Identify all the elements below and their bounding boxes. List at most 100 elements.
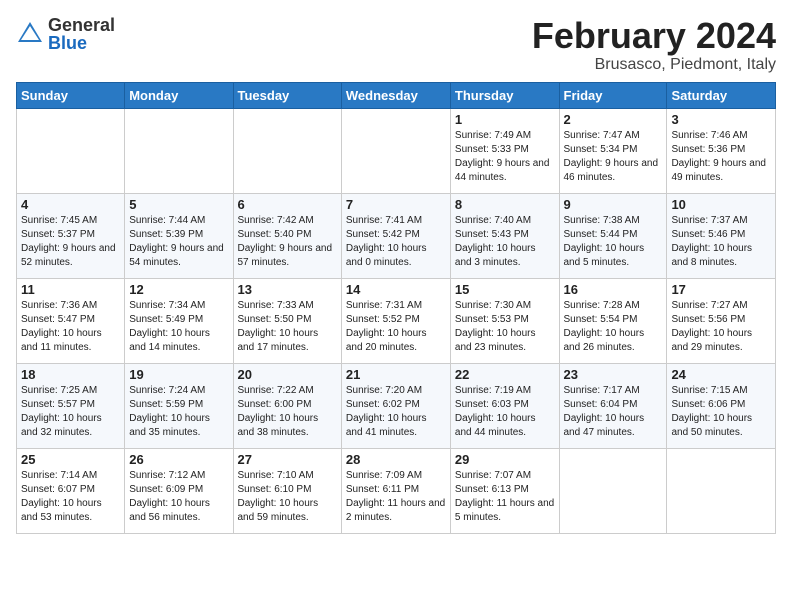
- day-number: 22: [455, 367, 555, 382]
- day-info: Sunrise: 7:20 AM Sunset: 6:02 PM Dayligh…: [346, 384, 446, 440]
- calendar-table: SundayMondayTuesdayWednesdayThursdayFrid…: [16, 82, 776, 534]
- location: Brusasco, Piedmont, Italy: [532, 56, 776, 74]
- logo-text: General Blue: [48, 16, 115, 52]
- day-number: 26: [129, 452, 228, 467]
- calendar-cell: 22 Sunrise: 7:19 AM Sunset: 6:03 PM Dayli…: [450, 363, 559, 448]
- calendar-cell: 26 Sunrise: 7:12 AM Sunset: 6:09 PM Dayli…: [125, 448, 233, 533]
- calendar-cell: 7 Sunrise: 7:41 AM Sunset: 5:42 PM Daylig…: [341, 193, 450, 278]
- calendar-cell: 10 Sunrise: 7:37 AM Sunset: 5:46 PM Dayli…: [667, 193, 776, 278]
- calendar-cell: 17 Sunrise: 7:27 AM Sunset: 5:56 PM Dayli…: [667, 278, 776, 363]
- day-number: 24: [671, 367, 771, 382]
- calendar-week-row: 4 Sunrise: 7:45 AM Sunset: 5:37 PM Daylig…: [17, 193, 776, 278]
- day-number: 23: [564, 367, 663, 382]
- day-number: 25: [21, 452, 120, 467]
- day-number: 13: [238, 282, 337, 297]
- calendar-cell: [17, 108, 125, 193]
- day-number: 20: [238, 367, 337, 382]
- day-number: 16: [564, 282, 663, 297]
- calendar-cell: [233, 108, 341, 193]
- day-info: Sunrise: 7:34 AM Sunset: 5:49 PM Dayligh…: [129, 299, 228, 355]
- day-info: Sunrise: 7:25 AM Sunset: 5:57 PM Dayligh…: [21, 384, 120, 440]
- calendar-cell: 19Sunrise: 7:24 AM Sunset: 5:59 PM Dayli…: [125, 363, 233, 448]
- day-info: Sunrise: 7:27 AM Sunset: 5:56 PM Dayligh…: [671, 299, 771, 355]
- calendar-cell: 27 Sunrise: 7:10 AM Sunset: 6:10 PM Dayli…: [233, 448, 341, 533]
- calendar-cell: 9Sunrise: 7:38 AM Sunset: 5:44 PM Daylig…: [559, 193, 667, 278]
- logo-blue: Blue: [48, 34, 115, 52]
- weekday-header: Thursday: [450, 82, 559, 108]
- day-info: Sunrise: 7:37 AM Sunset: 5:46 PM Dayligh…: [671, 214, 771, 270]
- day-info: Sunrise: 7:42 AM Sunset: 5:40 PM Dayligh…: [238, 214, 337, 270]
- day-info: Sunrise: 7:09 AM Sunset: 6:11 PM Dayligh…: [346, 469, 446, 525]
- calendar-cell: 29 Sunrise: 7:07 AM Sunset: 6:13 PM Dayli…: [450, 448, 559, 533]
- day-info: Sunrise: 7:47 AM Sunset: 5:34 PM Dayligh…: [564, 129, 663, 185]
- day-info: Sunrise: 7:49 AM Sunset: 5:33 PM Dayligh…: [455, 129, 555, 185]
- calendar-cell: [341, 108, 450, 193]
- calendar-cell: 21Sunrise: 7:20 AM Sunset: 6:02 PM Dayli…: [341, 363, 450, 448]
- calendar-cell: 25 Sunrise: 7:14 AM Sunset: 6:07 PM Dayli…: [17, 448, 125, 533]
- logo-icon: [16, 20, 44, 48]
- calendar-week-row: 18 Sunrise: 7:25 AM Sunset: 5:57 PM Dayli…: [17, 363, 776, 448]
- calendar-cell: 28 Sunrise: 7:09 AM Sunset: 6:11 PM Dayli…: [341, 448, 450, 533]
- calendar-cell: 23 Sunrise: 7:17 AM Sunset: 6:04 PM Dayli…: [559, 363, 667, 448]
- weekday-header: Sunday: [17, 82, 125, 108]
- weekday-header: Friday: [559, 82, 667, 108]
- day-info: Sunrise: 7:07 AM Sunset: 6:13 PM Dayligh…: [455, 469, 555, 525]
- day-number: 29: [455, 452, 555, 467]
- calendar-cell: 16 Sunrise: 7:28 AM Sunset: 5:54 PM Dayli…: [559, 278, 667, 363]
- day-info: Sunrise: 7:14 AM Sunset: 6:07 PM Dayligh…: [21, 469, 120, 525]
- calendar-cell: 8 Sunrise: 7:40 AM Sunset: 5:43 PM Daylig…: [450, 193, 559, 278]
- day-number: 27: [238, 452, 337, 467]
- page-header: General Blue February 2024 Brusasco, Pie…: [16, 16, 776, 74]
- day-info: Sunrise: 7:45 AM Sunset: 5:37 PM Dayligh…: [21, 214, 120, 270]
- day-number: 7: [346, 197, 446, 212]
- day-number: 15: [455, 282, 555, 297]
- day-number: 1: [455, 112, 555, 127]
- calendar-cell: 1 Sunrise: 7:49 AM Sunset: 5:33 PM Daylig…: [450, 108, 559, 193]
- day-info: Sunrise: 7:46 AM Sunset: 5:36 PM Dayligh…: [671, 129, 771, 185]
- day-number: 19: [129, 367, 228, 382]
- day-info: Sunrise: 7:31 AM Sunset: 5:52 PM Dayligh…: [346, 299, 446, 355]
- day-info: Sunrise: 7:22 AM Sunset: 6:00 PM Dayligh…: [238, 384, 337, 440]
- calendar-week-row: 1 Sunrise: 7:49 AM Sunset: 5:33 PM Daylig…: [17, 108, 776, 193]
- calendar-week-row: 25 Sunrise: 7:14 AM Sunset: 6:07 PM Dayli…: [17, 448, 776, 533]
- logo: General Blue: [16, 16, 115, 52]
- calendar-cell: 11Sunrise: 7:36 AM Sunset: 5:47 PM Dayli…: [17, 278, 125, 363]
- day-info: Sunrise: 7:17 AM Sunset: 6:04 PM Dayligh…: [564, 384, 663, 440]
- calendar-cell: 15 Sunrise: 7:30 AM Sunset: 5:53 PM Dayli…: [450, 278, 559, 363]
- day-number: 18: [21, 367, 120, 382]
- calendar-cell: 3Sunrise: 7:46 AM Sunset: 5:36 PM Daylig…: [667, 108, 776, 193]
- day-info: Sunrise: 7:10 AM Sunset: 6:10 PM Dayligh…: [238, 469, 337, 525]
- title-block: February 2024 Brusasco, Piedmont, Italy: [532, 16, 776, 74]
- day-number: 17: [671, 282, 771, 297]
- day-info: Sunrise: 7:38 AM Sunset: 5:44 PM Dayligh…: [564, 214, 663, 270]
- calendar-cell: 12 Sunrise: 7:34 AM Sunset: 5:49 PM Dayli…: [125, 278, 233, 363]
- calendar-cell: 20 Sunrise: 7:22 AM Sunset: 6:00 PM Dayli…: [233, 363, 341, 448]
- calendar-cell: [667, 448, 776, 533]
- day-info: Sunrise: 7:28 AM Sunset: 5:54 PM Dayligh…: [564, 299, 663, 355]
- calendar-cell: 2 Sunrise: 7:47 AM Sunset: 5:34 PM Daylig…: [559, 108, 667, 193]
- calendar-cell: [559, 448, 667, 533]
- day-number: 14: [346, 282, 446, 297]
- day-info: Sunrise: 7:15 AM Sunset: 6:06 PM Dayligh…: [671, 384, 771, 440]
- calendar-cell: 6 Sunrise: 7:42 AM Sunset: 5:40 PM Daylig…: [233, 193, 341, 278]
- calendar-week-row: 11Sunrise: 7:36 AM Sunset: 5:47 PM Dayli…: [17, 278, 776, 363]
- day-info: Sunrise: 7:40 AM Sunset: 5:43 PM Dayligh…: [455, 214, 555, 270]
- calendar-cell: 13Sunrise: 7:33 AM Sunset: 5:50 PM Dayli…: [233, 278, 341, 363]
- day-info: Sunrise: 7:30 AM Sunset: 5:53 PM Dayligh…: [455, 299, 555, 355]
- day-number: 10: [671, 197, 771, 212]
- day-number: 28: [346, 452, 446, 467]
- day-info: Sunrise: 7:19 AM Sunset: 6:03 PM Dayligh…: [455, 384, 555, 440]
- month-title: February 2024: [532, 16, 776, 56]
- day-info: Sunrise: 7:44 AM Sunset: 5:39 PM Dayligh…: [129, 214, 228, 270]
- day-info: Sunrise: 7:12 AM Sunset: 6:09 PM Dayligh…: [129, 469, 228, 525]
- day-info: Sunrise: 7:36 AM Sunset: 5:47 PM Dayligh…: [21, 299, 120, 355]
- calendar-cell: 4 Sunrise: 7:45 AM Sunset: 5:37 PM Daylig…: [17, 193, 125, 278]
- calendar-cell: 14 Sunrise: 7:31 AM Sunset: 5:52 PM Dayli…: [341, 278, 450, 363]
- calendar-cell: [125, 108, 233, 193]
- day-info: Sunrise: 7:41 AM Sunset: 5:42 PM Dayligh…: [346, 214, 446, 270]
- day-number: 12: [129, 282, 228, 297]
- day-number: 4: [21, 197, 120, 212]
- day-number: 6: [238, 197, 337, 212]
- day-number: 8: [455, 197, 555, 212]
- day-number: 2: [564, 112, 663, 127]
